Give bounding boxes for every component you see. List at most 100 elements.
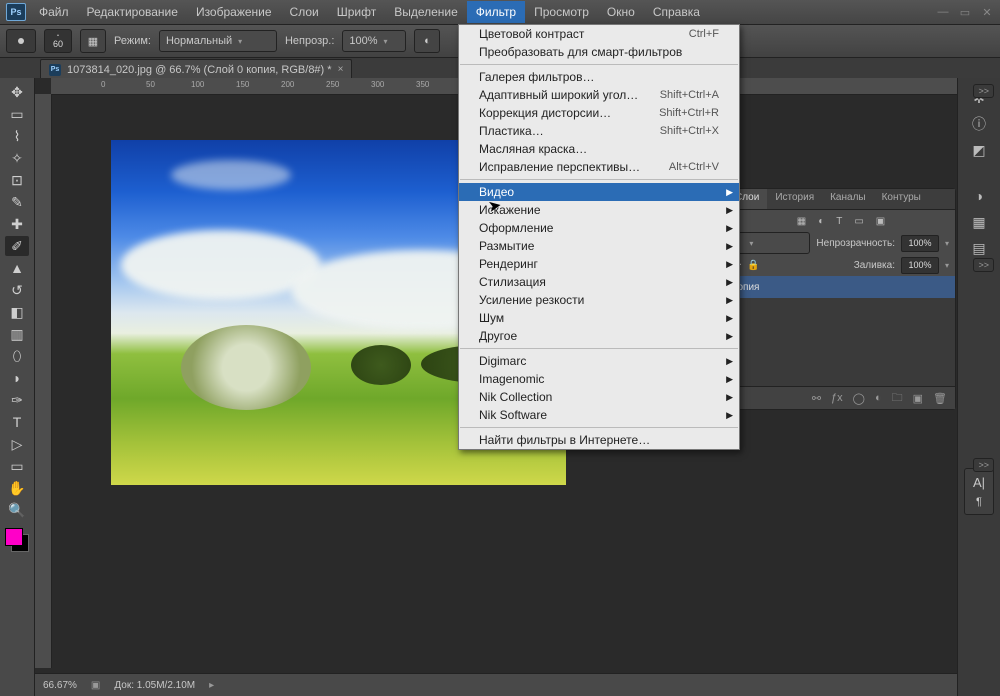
close-icon[interactable]: ✕ [980,6,994,19]
arrow-right-icon[interactable]: ▸ [209,680,214,691]
chevron-down-icon[interactable]: ▾ [945,261,949,270]
new-layer-icon[interactable]: ▣ [913,392,923,405]
adjustment-layer-icon[interactable]: ◐ [875,392,882,404]
group-icon[interactable]: 🗀 [892,389,903,408]
paragraph-icon[interactable]: ¶ [976,496,982,508]
filter-menu-item[interactable]: Размытие▶ [459,237,739,255]
filter-menu-item[interactable]: Другое▶ [459,327,739,345]
pen-tool-icon[interactable]: ✑ [5,390,29,410]
collapse-icon[interactable]: >> [973,258,994,272]
gradient-tool-icon[interactable]: ▥ [5,324,29,344]
pressure-opacity-icon[interactable]: ◐ [414,29,440,53]
filter-menu-item[interactable]: Nik Software▶ [459,406,739,424]
brush-panel-toggle-icon[interactable]: ▦ [80,29,106,53]
filter-menu-item[interactable]: Nik Collection▶ [459,388,739,406]
mask-icon[interactable]: ◯ [853,392,865,405]
adjustments-icon[interactable]: ◩ [967,140,991,160]
ruler-mark: 150 [236,80,249,89]
collapse-icon[interactable]: >> [973,84,994,98]
filter-adjust-icon[interactable]: ◐ [818,216,824,227]
filter-menu-item[interactable]: Шум▶ [459,309,739,327]
marquee-tool-icon[interactable]: ▭ [5,104,29,124]
lasso-tool-icon[interactable]: ⌇ [5,126,29,146]
filter-menu-item[interactable]: Галерея фильтров… [459,68,739,86]
path-select-icon[interactable]: ▷ [5,434,29,454]
layer-blend-dropdown[interactable]: ▾ [736,232,810,254]
menu-окно[interactable]: Окно [598,1,644,23]
brush-tool-icon[interactable]: ✐ [5,236,29,256]
layer-row[interactable]: копия [727,276,955,298]
shape-tool-icon[interactable]: ▭ [5,456,29,476]
dodge-tool-icon[interactable]: ◗ [5,368,29,388]
filter-menu-item[interactable]: Найти фильтры в Интернете… [459,431,739,449]
menu-файл[interactable]: Файл [30,1,78,23]
filter-menu-item[interactable]: Цветовой контрастCtrl+F [459,25,739,43]
filter-menu-item[interactable]: Коррекция дисторсии…Shift+Ctrl+R [459,104,739,122]
panel-tab[interactable]: Контуры [874,189,929,209]
document-tab[interactable]: Ps 1073814_020.jpg @ 66.7% (Слой 0 копия… [40,59,352,80]
filter-menu-item[interactable]: Imagenomic▶ [459,370,739,388]
maximize-icon[interactable]: ▭ [958,6,972,19]
zoom-level[interactable]: 66.67% [43,680,77,691]
color-icon[interactable]: ◑ [967,186,991,206]
menu-справка[interactable]: Справка [644,1,709,23]
delete-icon[interactable]: 🗑 [933,392,947,405]
eraser-tool-icon[interactable]: ◧ [5,302,29,322]
crop-tool-icon[interactable]: ⊡ [5,170,29,190]
link-icon[interactable]: ⚯ [812,392,821,405]
menu-слои[interactable]: Слои [281,1,328,23]
filter-type-icon[interactable]: T [836,216,842,227]
character-icon[interactable]: A| [973,475,985,490]
stamp-tool-icon[interactable]: ▲ [5,258,29,278]
type-tool-icon[interactable]: T [5,412,29,432]
chevron-down-icon[interactable]: ▾ [945,239,949,248]
color-swatches[interactable] [5,528,29,552]
lock-icon[interactable]: 🔒 [747,260,759,271]
menu-редактирование[interactable]: Редактирование [78,1,187,23]
brush-preview[interactable] [6,29,36,53]
menu-фильтр[interactable]: Фильтр [467,1,525,23]
zoom-tool-icon[interactable]: 🔍 [5,500,29,520]
close-icon[interactable]: × [338,64,344,75]
filter-menu-item[interactable]: Усиление резкости▶ [459,291,739,309]
filter-pixel-icon[interactable]: ▦ [797,216,806,227]
fx-icon[interactable]: ƒx [831,392,843,404]
history-brush-icon[interactable]: ↺ [5,280,29,300]
info-icon[interactable]: ⓘ [967,114,991,134]
blur-tool-icon[interactable]: ⬯ [5,346,29,366]
film-icon[interactable]: ▣ [91,680,100,691]
menu-выделение[interactable]: Выделение [385,1,467,23]
filter-smart-icon[interactable]: ▣ [876,216,885,227]
fill-value[interactable]: 100% [901,257,939,274]
hand-tool-icon[interactable]: ✋ [5,478,29,498]
panel-tab[interactable]: Каналы [822,189,874,209]
filter-menu-item[interactable]: Оформление▶ [459,219,739,237]
swatches-icon[interactable]: ▦ [967,212,991,232]
opacity-dropdown[interactable]: 100% ▾ [342,30,406,52]
layer-opacity-value[interactable]: 100% [901,235,939,252]
healing-tool-icon[interactable]: ✚ [5,214,29,234]
filter-shape-icon[interactable]: ▭ [854,216,863,227]
filter-menu-item[interactable]: Digimarc▶ [459,352,739,370]
filter-menu-item[interactable]: Пластика…Shift+Ctrl+X [459,122,739,140]
foreground-color[interactable] [5,528,23,546]
wand-tool-icon[interactable]: ✧ [5,148,29,168]
eyedropper-tool-icon[interactable]: ✎ [5,192,29,212]
menu-просмотр[interactable]: Просмотр [525,1,598,23]
filter-menu-item[interactable]: Исправление перспективы…Alt+Ctrl+V [459,158,739,176]
menu-шрифт[interactable]: Шрифт [328,1,385,23]
filter-menu-item[interactable]: Адаптивный широкий угол…Shift+Ctrl+A [459,86,739,104]
minimize-icon[interactable]: — [936,6,950,19]
filter-menu-item[interactable]: Масляная краска… [459,140,739,158]
filter-menu-item[interactable]: Видео▶ [459,183,739,201]
styles-icon[interactable]: ▤ [967,238,991,258]
brush-size-box[interactable]: • 60 [44,29,72,53]
panel-tab[interactable]: История [767,189,822,209]
menu-изображение[interactable]: Изображение [187,1,281,23]
filter-menu-item[interactable]: Рендеринг▶ [459,255,739,273]
move-tool-icon[interactable]: ✥ [5,82,29,102]
blend-mode-dropdown[interactable]: Нормальный ▾ [159,30,277,52]
collapse-icon[interactable]: >> [973,458,994,472]
filter-menu-item[interactable]: Преобразовать для смарт-фильтров [459,43,739,61]
filter-menu-item[interactable]: Стилизация▶ [459,273,739,291]
